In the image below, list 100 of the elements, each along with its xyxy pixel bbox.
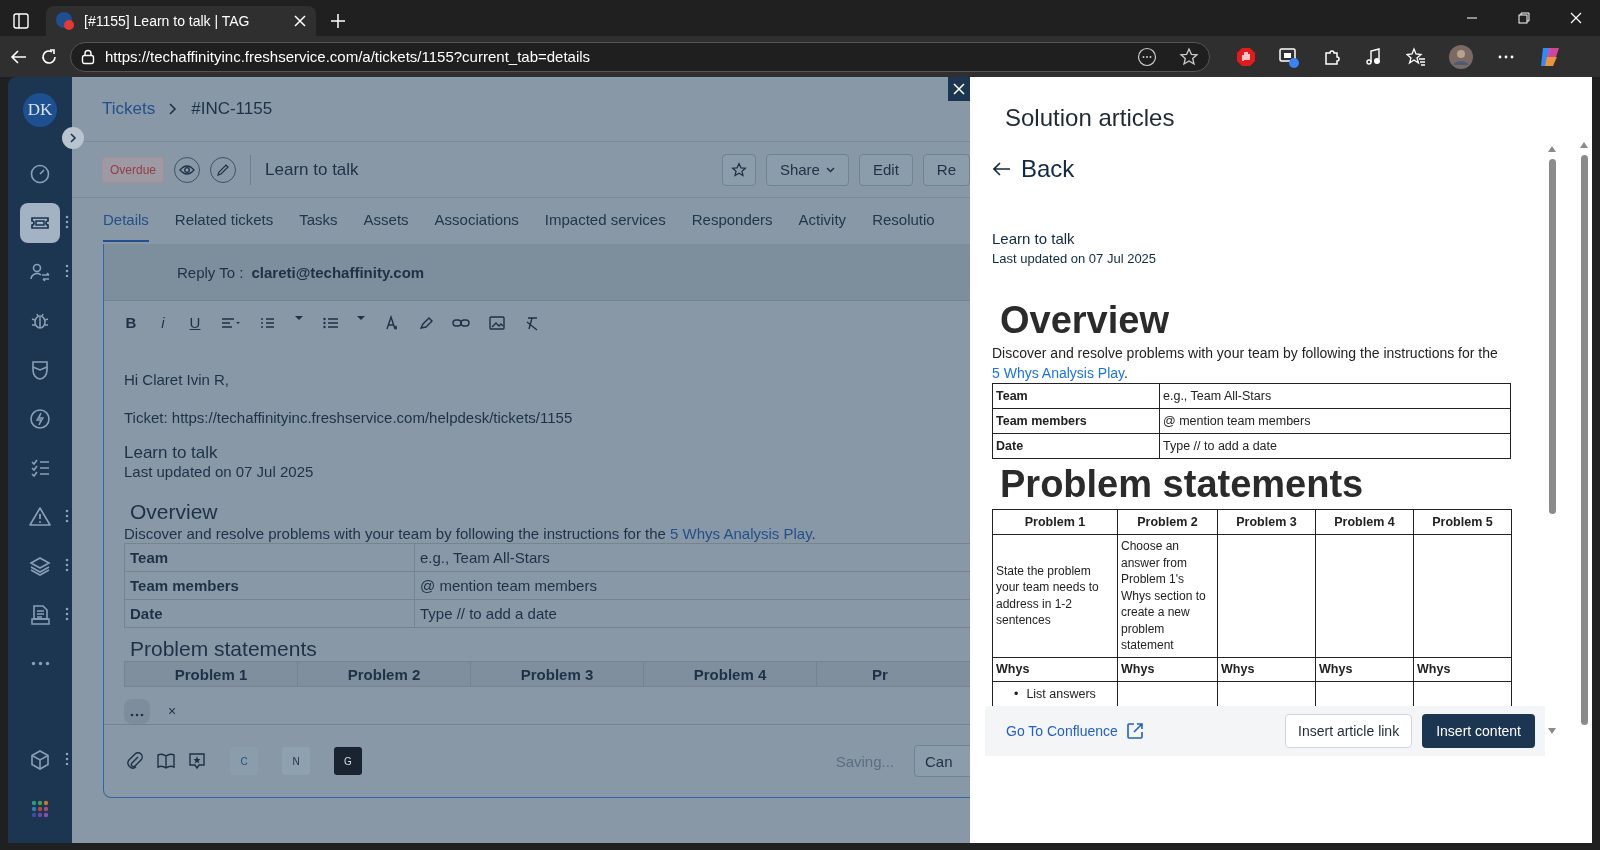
dismiss-button[interactable]: × <box>168 702 177 721</box>
table-cell: Team <box>992 383 1160 409</box>
table-cell: State the problem your team needs to address in 1-2 sentences <box>992 534 1118 657</box>
browser-tab[interactable]: [#1155] Learn to talk | TAG <box>46 6 316 36</box>
column-header: Problem 3 <box>1217 509 1316 535</box>
tab[interactable]: Associations <box>434 198 519 242</box>
table-cell: Whys <box>1217 657 1316 681</box>
field-label: Reply To : <box>177 263 244 281</box>
caret-down-icon <box>825 166 835 173</box>
tab[interactable]: Responders <box>691 198 773 242</box>
paperclip-icon[interactable] <box>126 752 144 770</box>
intro-paragraph: Discover and resolve problems with your team by following the instructions for the 5 Whys Analysis Play. <box>124 524 817 543</box>
section-heading: Overview <box>130 499 219 524</box>
intro-paragraph: Discover and resolve problems with your team by following the instructions for the 5 Whys Analysis Play. <box>992 344 1499 383</box>
column-header: Problem 2 <box>297 661 471 687</box>
close-icon <box>953 83 965 95</box>
close-icon[interactable] <box>1570 12 1582 24</box>
back-arrow-icon[interactable] <box>10 47 28 66</box>
column-header: Pr <box>816 661 970 687</box>
column-header: Problem 1 <box>124 661 298 687</box>
integration-button[interactable]: C <box>230 747 258 775</box>
star-icon[interactable] <box>1179 46 1199 67</box>
stop-hand-icon[interactable] <box>1236 46 1256 67</box>
confluence-link[interactable]: Go To Confluence <box>1006 722 1144 740</box>
nav-item[interactable] <box>20 202 60 243</box>
integration-button[interactable]: G <box>334 747 362 775</box>
tab[interactable]: Details <box>103 198 149 242</box>
analysis-link[interactable]: 5 Whys Analysis Play <box>992 365 1124 381</box>
column-header: Problem 4 <box>1315 509 1414 535</box>
reload-icon[interactable] <box>40 47 58 66</box>
kebab-menu-icon[interactable] <box>65 607 69 621</box>
status-badge: Overdue <box>102 156 165 183</box>
scrollbar-thumb[interactable] <box>1548 159 1556 514</box>
format-button[interactable]: B <box>124 314 138 331</box>
section-heading: Overview <box>1000 299 1170 341</box>
scrollbar-thumb[interactable] <box>1580 155 1588 725</box>
clear-format-icon[interactable] <box>524 314 540 331</box>
insert-link-button[interactable]: Insert article link <box>1285 714 1413 748</box>
favorites-icon[interactable] <box>1406 46 1426 67</box>
ticket-link-text: Ticket: https://techaffinityinc.freshservice.com/helpdesk/tickets/1155 <box>124 408 574 427</box>
new-tab-icon[interactable] <box>330 13 346 29</box>
scroll-down-icon[interactable] <box>1547 727 1557 735</box>
integration-button[interactable]: N <box>282 747 310 775</box>
edit-button[interactable]: Edit <box>858 153 913 186</box>
more-icon[interactable] <box>1137 46 1157 67</box>
kebab-menu-icon[interactable] <box>65 752 69 766</box>
updated-text: Last updated on 07 Jul 2025 <box>992 250 1158 268</box>
section-heading: Problem statements <box>1000 463 1365 505</box>
tab[interactable]: Impacted services <box>544 198 666 242</box>
lock-icon <box>81 48 95 65</box>
column-header: Problem 2 <box>1117 509 1218 535</box>
insert-content-button[interactable]: Insert content <box>1422 714 1535 748</box>
scroll-up-icon[interactable] <box>1579 141 1589 149</box>
column-header: Problem 1 <box>992 509 1118 535</box>
screen-star-icon[interactable] <box>1278 45 1300 68</box>
format-button[interactable]: U <box>188 314 202 331</box>
breadcrumb-link[interactable]: Tickets <box>102 99 156 119</box>
close-icon[interactable] <box>294 15 306 27</box>
kebab-menu-icon[interactable] <box>65 509 69 523</box>
article-title: Learn to talk <box>124 443 219 462</box>
share-button[interactable]: Share <box>765 153 849 186</box>
cancel-button[interactable]: Can <box>914 745 970 777</box>
address-bar[interactable]: https://techaffinityinc.freshservice.com/a/tickets/1155?current_tab=details <box>70 41 1210 72</box>
tab[interactable]: Resolutio <box>872 198 935 242</box>
analysis-link[interactable]: 5 Whys Analysis Play <box>670 525 812 542</box>
tab[interactable]: Assets <box>363 198 409 242</box>
book-icon[interactable] <box>156 752 176 770</box>
table-cell: e.g., Team All-Stars <box>414 543 970 572</box>
restore-icon[interactable] <box>1518 12 1530 24</box>
table-cell: Whys <box>1117 657 1218 681</box>
table-cell: Whys <box>1413 657 1512 681</box>
action-button[interactable]: Re <box>922 153 970 186</box>
kebab-menu-icon[interactable] <box>65 558 69 572</box>
expand-button[interactable] <box>62 127 84 149</box>
back-button[interactable]: Back <box>985 141 1075 183</box>
star-badge-icon[interactable] <box>188 752 206 770</box>
more-icon <box>30 661 50 666</box>
table-cell: Team <box>124 543 415 572</box>
user-avatar[interactable]: DK <box>23 93 57 127</box>
close-button[interactable] <box>948 77 970 101</box>
document-icon <box>29 603 51 626</box>
profile-avatar-icon[interactable] <box>1448 43 1474 70</box>
sidebar-toggle-icon[interactable] <box>12 12 30 30</box>
tab[interactable]: Tasks <box>299 198 338 242</box>
text-color-icon[interactable] <box>384 314 400 331</box>
favorite-button[interactable] <box>721 153 756 186</box>
chevron-right-icon <box>68 133 78 143</box>
bullet: • <box>1014 685 1019 703</box>
table-cell: e.g., Team All-Stars <box>1159 383 1511 409</box>
table-cell: Choose an answer from Problem 1's Whys section to create a new problem statement <box>1117 534 1218 657</box>
tab[interactable]: Activity <box>798 198 847 242</box>
layers-icon <box>29 554 51 577</box>
scroll-up-icon[interactable] <box>1547 145 1557 153</box>
kebab-menu-icon[interactable] <box>65 215 69 229</box>
image-icon[interactable] <box>488 314 506 331</box>
pencil-icon <box>216 162 231 177</box>
cube-icon <box>29 748 51 771</box>
kebab-menu-icon[interactable] <box>65 264 69 278</box>
tab[interactable]: Related tickets <box>174 198 274 242</box>
format-button[interactable]: i <box>156 314 170 331</box>
